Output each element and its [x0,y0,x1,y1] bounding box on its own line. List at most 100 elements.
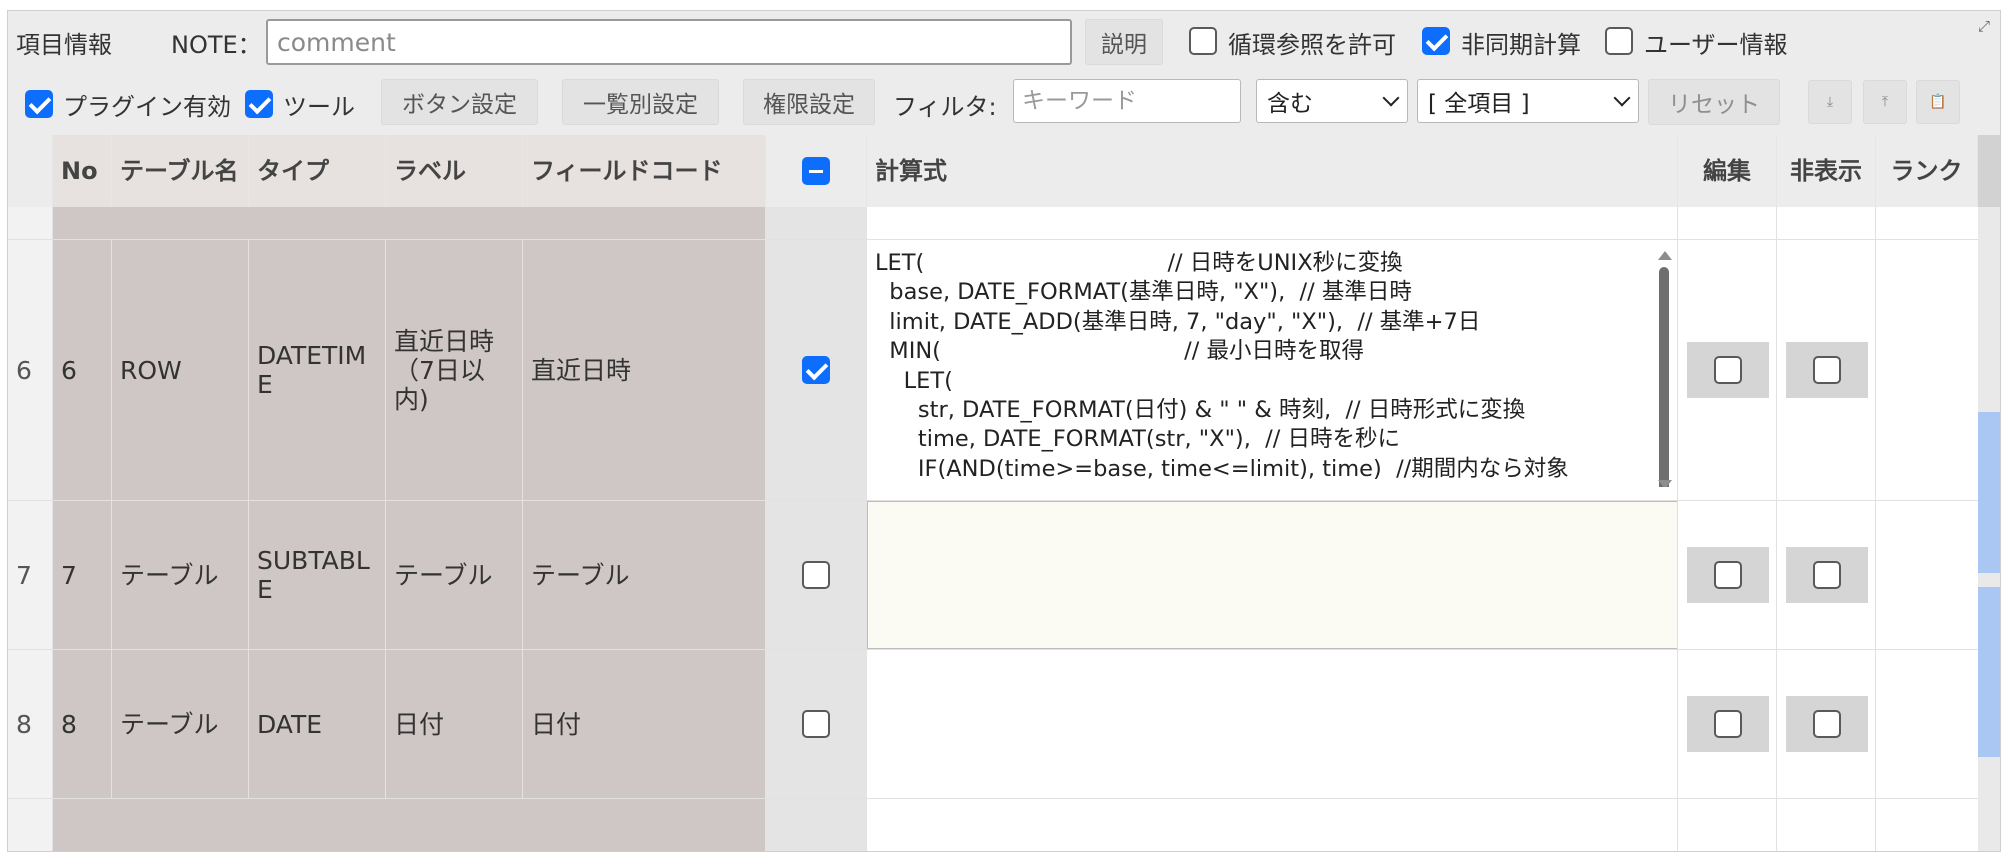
cell-field-code: 直近日時 [523,240,766,500]
plugin-enabled-checkbox[interactable] [25,90,53,118]
row-5-check-cell [766,207,867,239]
cell-label: 日付 [386,650,523,798]
header-field-code[interactable]: フィールドコード [523,135,766,207]
header-label[interactable]: ラベル [386,135,523,207]
expand-icon[interactable]: ⤢ [1978,17,1990,35]
cell-type: SUBTABLE [249,501,386,649]
edit-checkbox-cell [1687,696,1769,752]
cell-type: DATETIME [249,240,386,500]
circular-ref-checkbox[interactable] [1189,27,1217,55]
cell-field-code: 日付 [523,650,766,798]
hidden-checkbox-cell [1786,696,1868,752]
row-9-check-cell [766,799,867,851]
list-settings-button[interactable]: 一覧別設定 [562,79,719,125]
clipboard-icon[interactable]: 📋 [1916,80,1960,124]
header-hidden[interactable]: 非表示 [1777,135,1876,207]
chevron-down-icon [1613,89,1631,107]
filter-label: フィルタ: [893,93,997,121]
cell-label: テーブル [386,501,523,649]
tool-checkbox[interactable] [245,90,273,118]
table-scrollbar[interactable] [1978,135,2000,851]
formula-text: LET( // 日時をUNIX秒に変換 base, DATE_FORMAT(基準… [875,250,1569,487]
cell-no: 7 [53,501,112,649]
cell-select [766,501,867,649]
row-5-cells [53,207,766,239]
header-select-all [766,135,867,207]
row-index: 8 [8,650,53,798]
toolbar-row-1: 項目情報 NOTE： 説明 循環参照を許可 非同期計算 ユーザー情報 ⤢ [8,11,2000,71]
row-select-checkbox[interactable] [802,356,830,384]
cell-select [766,240,867,500]
row-9-cells [53,799,766,851]
hidden-checkbox-cell [1786,547,1868,603]
download-icon[interactable]: ⤓ [1808,80,1852,124]
header-table-name[interactable]: テーブル名 [112,135,249,207]
cell-no: 8 [53,650,112,798]
cell-field-code: テーブル [523,501,766,649]
permission-settings-button[interactable]: 権限設定 [743,79,875,125]
cell-label: 直近日時（7日以内) [386,240,523,500]
col-divider [1677,207,1678,851]
header-formula[interactable]: 計算式 [867,135,1678,207]
field-select-value: [ 全項目 ] [1428,91,1530,117]
explain-button[interactable]: 説明 [1085,19,1163,65]
col-divider [1776,207,1777,851]
keyword-input[interactable] [1013,79,1241,123]
field-table: No テーブル名 タイプ ラベル フィールドコード 計算式 編集 非表示 ランク… [8,135,1978,851]
header-index [8,135,53,207]
header-edit[interactable]: 編集 [1678,135,1777,207]
match-select[interactable]: 含む [1256,79,1408,123]
edit-checkbox-cell [1687,342,1769,398]
panel-title: 項目情報 [16,31,112,59]
cell-type: DATE [249,650,386,798]
match-select-value: 含む [1267,91,1313,117]
cell-table-name: テーブル [112,501,249,649]
select-all-checkbox[interactable] [802,157,830,185]
hidden-checkbox[interactable] [1813,561,1841,589]
edit-checkbox[interactable] [1714,561,1742,589]
tool-label: ツール [283,93,355,121]
button-settings-button[interactable]: ボタン設定 [381,79,538,125]
user-info-label: ユーザー情報 [1644,31,1788,59]
row-9-index [8,799,53,851]
reset-button[interactable]: リセット [1648,79,1780,125]
hidden-checkbox[interactable] [1813,710,1841,738]
async-calc-label: 非同期計算 [1461,31,1581,59]
header-no[interactable]: No [53,135,112,207]
edit-checkbox[interactable] [1714,356,1742,384]
note-input[interactable] [266,19,1072,65]
row-5-index [8,207,53,239]
scroll-thumb[interactable] [1659,267,1669,487]
scrollbar-header-spacer [1978,135,2000,207]
note-label: NOTE： [171,31,262,59]
row-index: 6 [8,240,53,500]
header-type[interactable]: タイプ [249,135,386,207]
edit-checkbox-cell [1687,547,1769,603]
cell-table-name: テーブル [112,650,249,798]
cell-table-name: ROW [112,240,249,500]
hidden-checkbox[interactable] [1813,356,1841,384]
scroll-up-icon[interactable] [1658,251,1672,260]
field-info-panel: 項目情報 NOTE： 説明 循環参照を許可 非同期計算 ユーザー情報 ⤢ プラグ… [7,10,2001,852]
scroll-thumb-gap [1978,573,2000,587]
field-select[interactable]: [ 全項目 ] [1417,79,1639,123]
formula-editor[interactable]: LET( // 日時をUNIX秒に変換 base, DATE_FORMAT(基準… [867,245,1677,487]
cell-select [766,650,867,798]
col-divider [1875,207,1876,851]
user-info-checkbox[interactable] [1605,27,1633,55]
row-select-checkbox[interactable] [802,710,830,738]
header-rank[interactable]: ランク [1876,135,1978,207]
cell-no: 6 [53,240,112,500]
formula-scrollbar[interactable] [1657,251,1672,487]
row-select-checkbox[interactable] [802,561,830,589]
formula-editor-empty[interactable] [867,501,1678,649]
upload-icon[interactable]: ⤒ [1863,80,1907,124]
hidden-checkbox-cell [1786,342,1868,398]
edit-checkbox[interactable] [1714,710,1742,738]
circular-ref-label: 循環参照を許可 [1228,31,1396,59]
chevron-down-icon [1382,89,1400,107]
toolbar-row-2: プラグイン有効 ツール ボタン設定 一覧別設定 権限設定 フィルタ: 含む [ … [8,73,2000,135]
scroll-down-icon[interactable] [1658,480,1672,487]
row-index: 7 [8,501,53,649]
async-calc-checkbox[interactable] [1422,27,1450,55]
